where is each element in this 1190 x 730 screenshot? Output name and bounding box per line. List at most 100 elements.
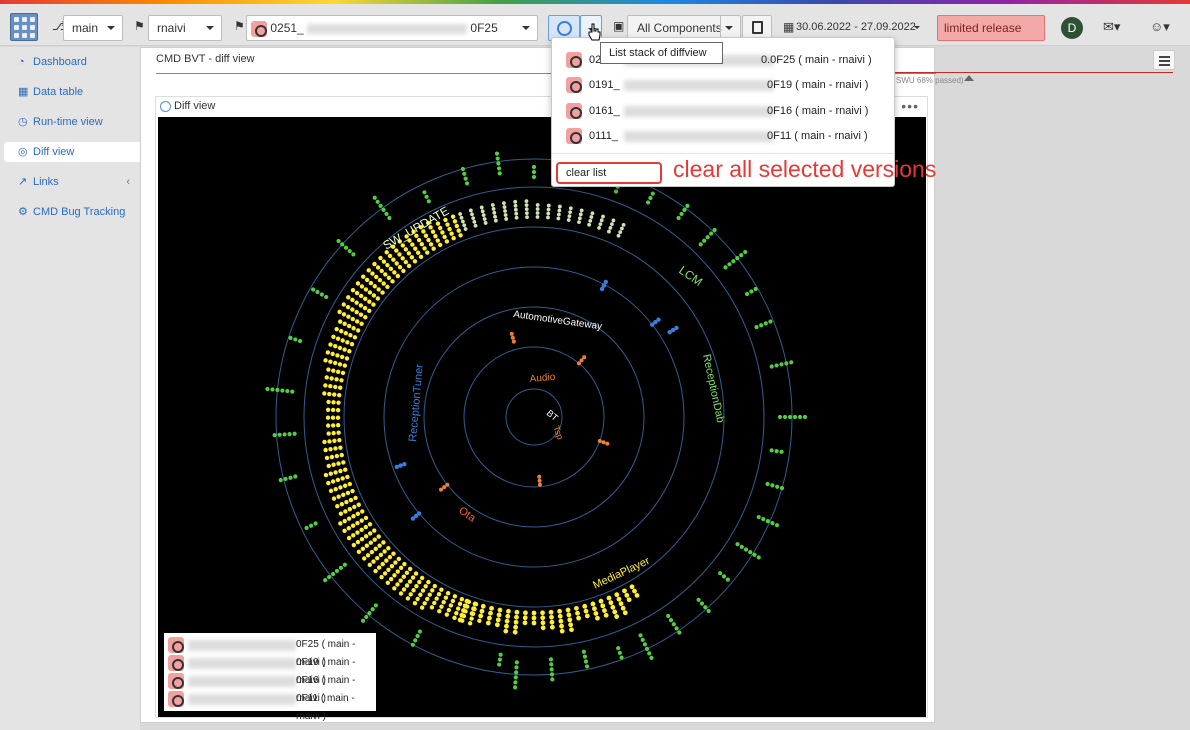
- data-point: [548, 609, 554, 615]
- data-point: [557, 204, 562, 209]
- data-point: [336, 494, 341, 499]
- data-point: [342, 363, 348, 368]
- sidebar-item-run-time-view[interactable]: ◷ Run-time view: [4, 112, 140, 132]
- data-point: [335, 407, 341, 413]
- sidebar-item-data-table[interactable]: ▦ Data table: [4, 82, 140, 102]
- data-point: [744, 291, 750, 297]
- data-point: [450, 598, 456, 604]
- clear-list-button[interactable]: clear list: [556, 162, 662, 184]
- data-point: [568, 210, 573, 215]
- data-point: [685, 203, 690, 208]
- radial-diff-chart[interactable]: SW_UPDATELCMAutomotiveGatewayReceptionDa…: [158, 117, 926, 717]
- data-point: [682, 207, 687, 212]
- data-point: [334, 568, 340, 574]
- stack-list-item[interactable]: 0161_ 0F16 ( main - rnaivi ): [564, 101, 889, 121]
- diff-view-title: Diff view: [174, 100, 216, 112]
- data-point: [355, 511, 361, 517]
- data-point: [439, 587, 444, 592]
- release-dropdown[interactable]: limited release: [937, 15, 1045, 41]
- data-point: [607, 229, 611, 234]
- data-point: [335, 369, 341, 374]
- data-point: [411, 588, 416, 593]
- data-point: [503, 209, 507, 213]
- data-point: [485, 620, 491, 626]
- sidebar-item-links[interactable]: ↗ Links ‹: [4, 172, 140, 192]
- data-point: [575, 610, 580, 616]
- data-point: [634, 593, 640, 598]
- data-point: [797, 414, 803, 420]
- user-menu-icon[interactable]: ☺▾: [1150, 19, 1170, 35]
- data-point: [343, 245, 349, 250]
- data-point: [802, 414, 808, 420]
- sidebar-item-diff-view[interactable]: ◎ Diff view: [4, 142, 140, 162]
- data-point: [419, 242, 425, 247]
- data-point: [503, 628, 509, 634]
- data-point: [297, 338, 303, 344]
- app-logo[interactable]: [10, 13, 38, 41]
- data-point: [395, 569, 400, 574]
- data-point: [496, 166, 502, 171]
- data-point: [656, 317, 661, 322]
- branch-select[interactable]: main: [63, 15, 123, 41]
- data-point: [335, 336, 341, 341]
- data-point: [514, 215, 519, 220]
- data-point: [472, 601, 478, 607]
- data-point: [351, 514, 356, 519]
- data-point: [333, 446, 338, 451]
- data-point: [457, 601, 463, 607]
- more-options-icon[interactable]: •••: [901, 97, 919, 115]
- data-point: [582, 654, 588, 659]
- stack-list-item[interactable]: 0111_ 0F11 ( main - rnaivi ): [564, 126, 889, 146]
- data-point: [579, 358, 584, 363]
- sidebar-item-dashboard[interactable]: ◔ Dashboard: [4, 52, 140, 72]
- data-point: [364, 614, 369, 620]
- data-point: [581, 649, 586, 654]
- data-point: [429, 605, 435, 610]
- data-point: [629, 584, 635, 590]
- stack-list-item[interactable]: 0191_ 0F19 ( main - rnaivi ): [564, 75, 889, 95]
- mail-icon[interactable]: ✉▾: [1103, 19, 1120, 35]
- data-point: [583, 608, 589, 614]
- data-point: [308, 523, 314, 528]
- data-point: [441, 599, 446, 605]
- data-point: [584, 664, 590, 669]
- data-point: [349, 342, 355, 347]
- data-point: [351, 542, 357, 548]
- version-select[interactable]: 0251_ 0F25: [246, 15, 538, 41]
- data-point: [326, 431, 331, 436]
- data-point: [531, 615, 537, 621]
- data-point: [505, 613, 511, 619]
- data-point: [410, 242, 415, 247]
- date-range[interactable]: 30.06.2022 - 27.09.2022: [796, 21, 916, 33]
- hamburger-menu-button[interactable]: [1153, 50, 1175, 70]
- data-point: [622, 610, 628, 616]
- sidebar-item-bug-tracking[interactable]: ⚙ CMD Bug Tracking: [4, 202, 140, 222]
- data-point: [350, 488, 355, 494]
- data-point: [513, 203, 518, 208]
- data-point: [374, 555, 380, 561]
- data-point: [422, 190, 427, 195]
- data-point: [390, 279, 395, 284]
- data-point: [331, 400, 336, 405]
- data-point: [531, 169, 537, 175]
- data-point: [375, 199, 380, 204]
- data-point: [417, 629, 423, 634]
- version-suffix: 0F25: [470, 21, 498, 35]
- diff-radial-canvas[interactable]: SW_UPDATE LCM AutomotiveGateway ReceptionDa…: [158, 117, 926, 717]
- data-point: [359, 284, 365, 289]
- data-point: [549, 672, 555, 677]
- ring-label: ReceptionDab: [700, 353, 726, 424]
- data-point: [451, 236, 456, 241]
- data-point: [668, 618, 674, 623]
- avatar[interactable]: D: [1061, 17, 1083, 39]
- data-point: [331, 334, 336, 339]
- version-legend: 0F25 ( main - rnaivi ) 0F19 ( main - rna…: [164, 633, 376, 722]
- data-point: [531, 174, 537, 180]
- data-point: [601, 440, 606, 445]
- data-point: [354, 290, 360, 296]
- user-select[interactable]: rnaivi: [148, 15, 222, 41]
- legend-row: 0F11 ( main - rnaivi ): [168, 690, 376, 722]
- data-point: [322, 391, 327, 396]
- data-point: [600, 603, 606, 609]
- data-point: [467, 621, 473, 626]
